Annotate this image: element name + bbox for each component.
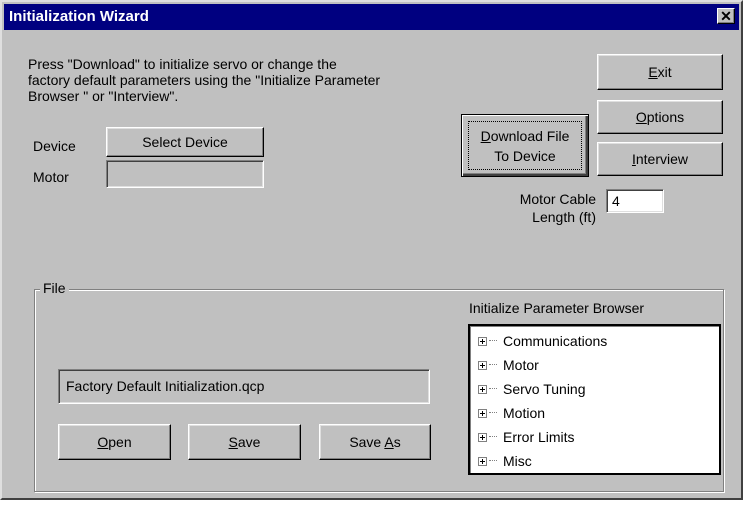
select-device-button-label: Select Device	[142, 134, 228, 150]
tree-item-servo-tuning[interactable]: Servo Tuning	[478, 377, 586, 401]
options-button[interactable]: Options	[597, 100, 723, 134]
close-icon: ✕	[720, 8, 732, 24]
tree-connector	[489, 388, 497, 390]
tree-item-label: Error Limits	[503, 429, 575, 445]
tree-connector	[489, 436, 497, 438]
tree-connector	[489, 412, 497, 414]
tree-item-motion[interactable]: Motion	[478, 401, 545, 425]
focus-ring	[468, 121, 582, 170]
plus-expander-icon[interactable]	[478, 456, 487, 466]
open-button[interactable]: Open	[58, 424, 171, 460]
save-as-button[interactable]: Save As	[319, 424, 431, 460]
device-label: Device	[33, 138, 76, 154]
exit-button[interactable]: Exit	[597, 54, 723, 90]
interview-button-label: Interview	[631, 151, 689, 167]
file-group-label: File	[40, 280, 69, 297]
cable-length-input[interactable]: 4	[606, 189, 664, 213]
plus-expander-icon[interactable]	[478, 360, 487, 370]
cable-label-line-1: Motor Cable	[519, 191, 596, 207]
intro-line-1: Press "Download" to initialize servo or …	[28, 56, 337, 72]
save-button-label: Save	[228, 434, 261, 450]
tree-item-label: Communications	[503, 333, 608, 349]
tree-connector	[489, 364, 497, 366]
tree-item-communications[interactable]: Communications	[478, 329, 607, 353]
download-file-button[interactable]: Download File To Device	[461, 114, 589, 177]
tree-item-motor[interactable]: Motor	[478, 353, 539, 377]
save-as-button-label: Save As	[349, 434, 401, 450]
select-device-button[interactable]: Select Device	[106, 127, 264, 157]
plus-expander-icon[interactable]	[478, 336, 487, 346]
motor-field	[106, 160, 264, 188]
tree-item-error-limits[interactable]: Error Limits	[478, 425, 575, 449]
options-button-label: Options	[635, 109, 685, 125]
open-button-label: Open	[97, 434, 132, 450]
cable-length-value: 4	[612, 193, 620, 209]
parameter-browser-label: Initialize Parameter Browser	[469, 300, 645, 316]
parameter-browser-tree[interactable]: Communications Motor Servo Tuning Motion…	[468, 324, 721, 475]
tree-item-label: Servo Tuning	[503, 381, 586, 397]
tree-item-label: Motion	[503, 405, 546, 421]
tree-item-label: Misc	[503, 453, 532, 469]
intro-line-2: factory default parameters using the "In…	[28, 72, 381, 88]
tree-item-misc[interactable]: Misc	[478, 449, 532, 473]
save-button[interactable]: Save	[188, 424, 301, 460]
tree-connector	[489, 460, 497, 462]
motor-label: Motor	[33, 169, 69, 185]
filename-value: Factory Default Initialization.qcp	[66, 378, 265, 394]
window-title: Initialization Wizard	[9, 8, 149, 25]
plus-expander-icon[interactable]	[478, 384, 487, 394]
cable-label-line-2: Length (ft)	[532, 209, 596, 225]
intro-line-3: Browser " or "Interview".	[28, 88, 179, 104]
initialization-wizard-window: Initialization Wizard ✕ Press "Download"…	[0, 0, 743, 500]
title-bar[interactable]: Initialization Wizard ✕	[4, 4, 739, 30]
plus-expander-icon[interactable]	[478, 408, 487, 418]
tree-connector	[489, 340, 497, 342]
exit-button-label: Exit	[648, 64, 672, 80]
filename-field: Factory Default Initialization.qcp	[58, 369, 430, 404]
close-button[interactable]: ✕	[717, 8, 735, 24]
interview-button[interactable]: Interview	[597, 142, 723, 176]
tree-item-label: Motor	[503, 357, 539, 373]
plus-expander-icon[interactable]	[478, 432, 487, 442]
